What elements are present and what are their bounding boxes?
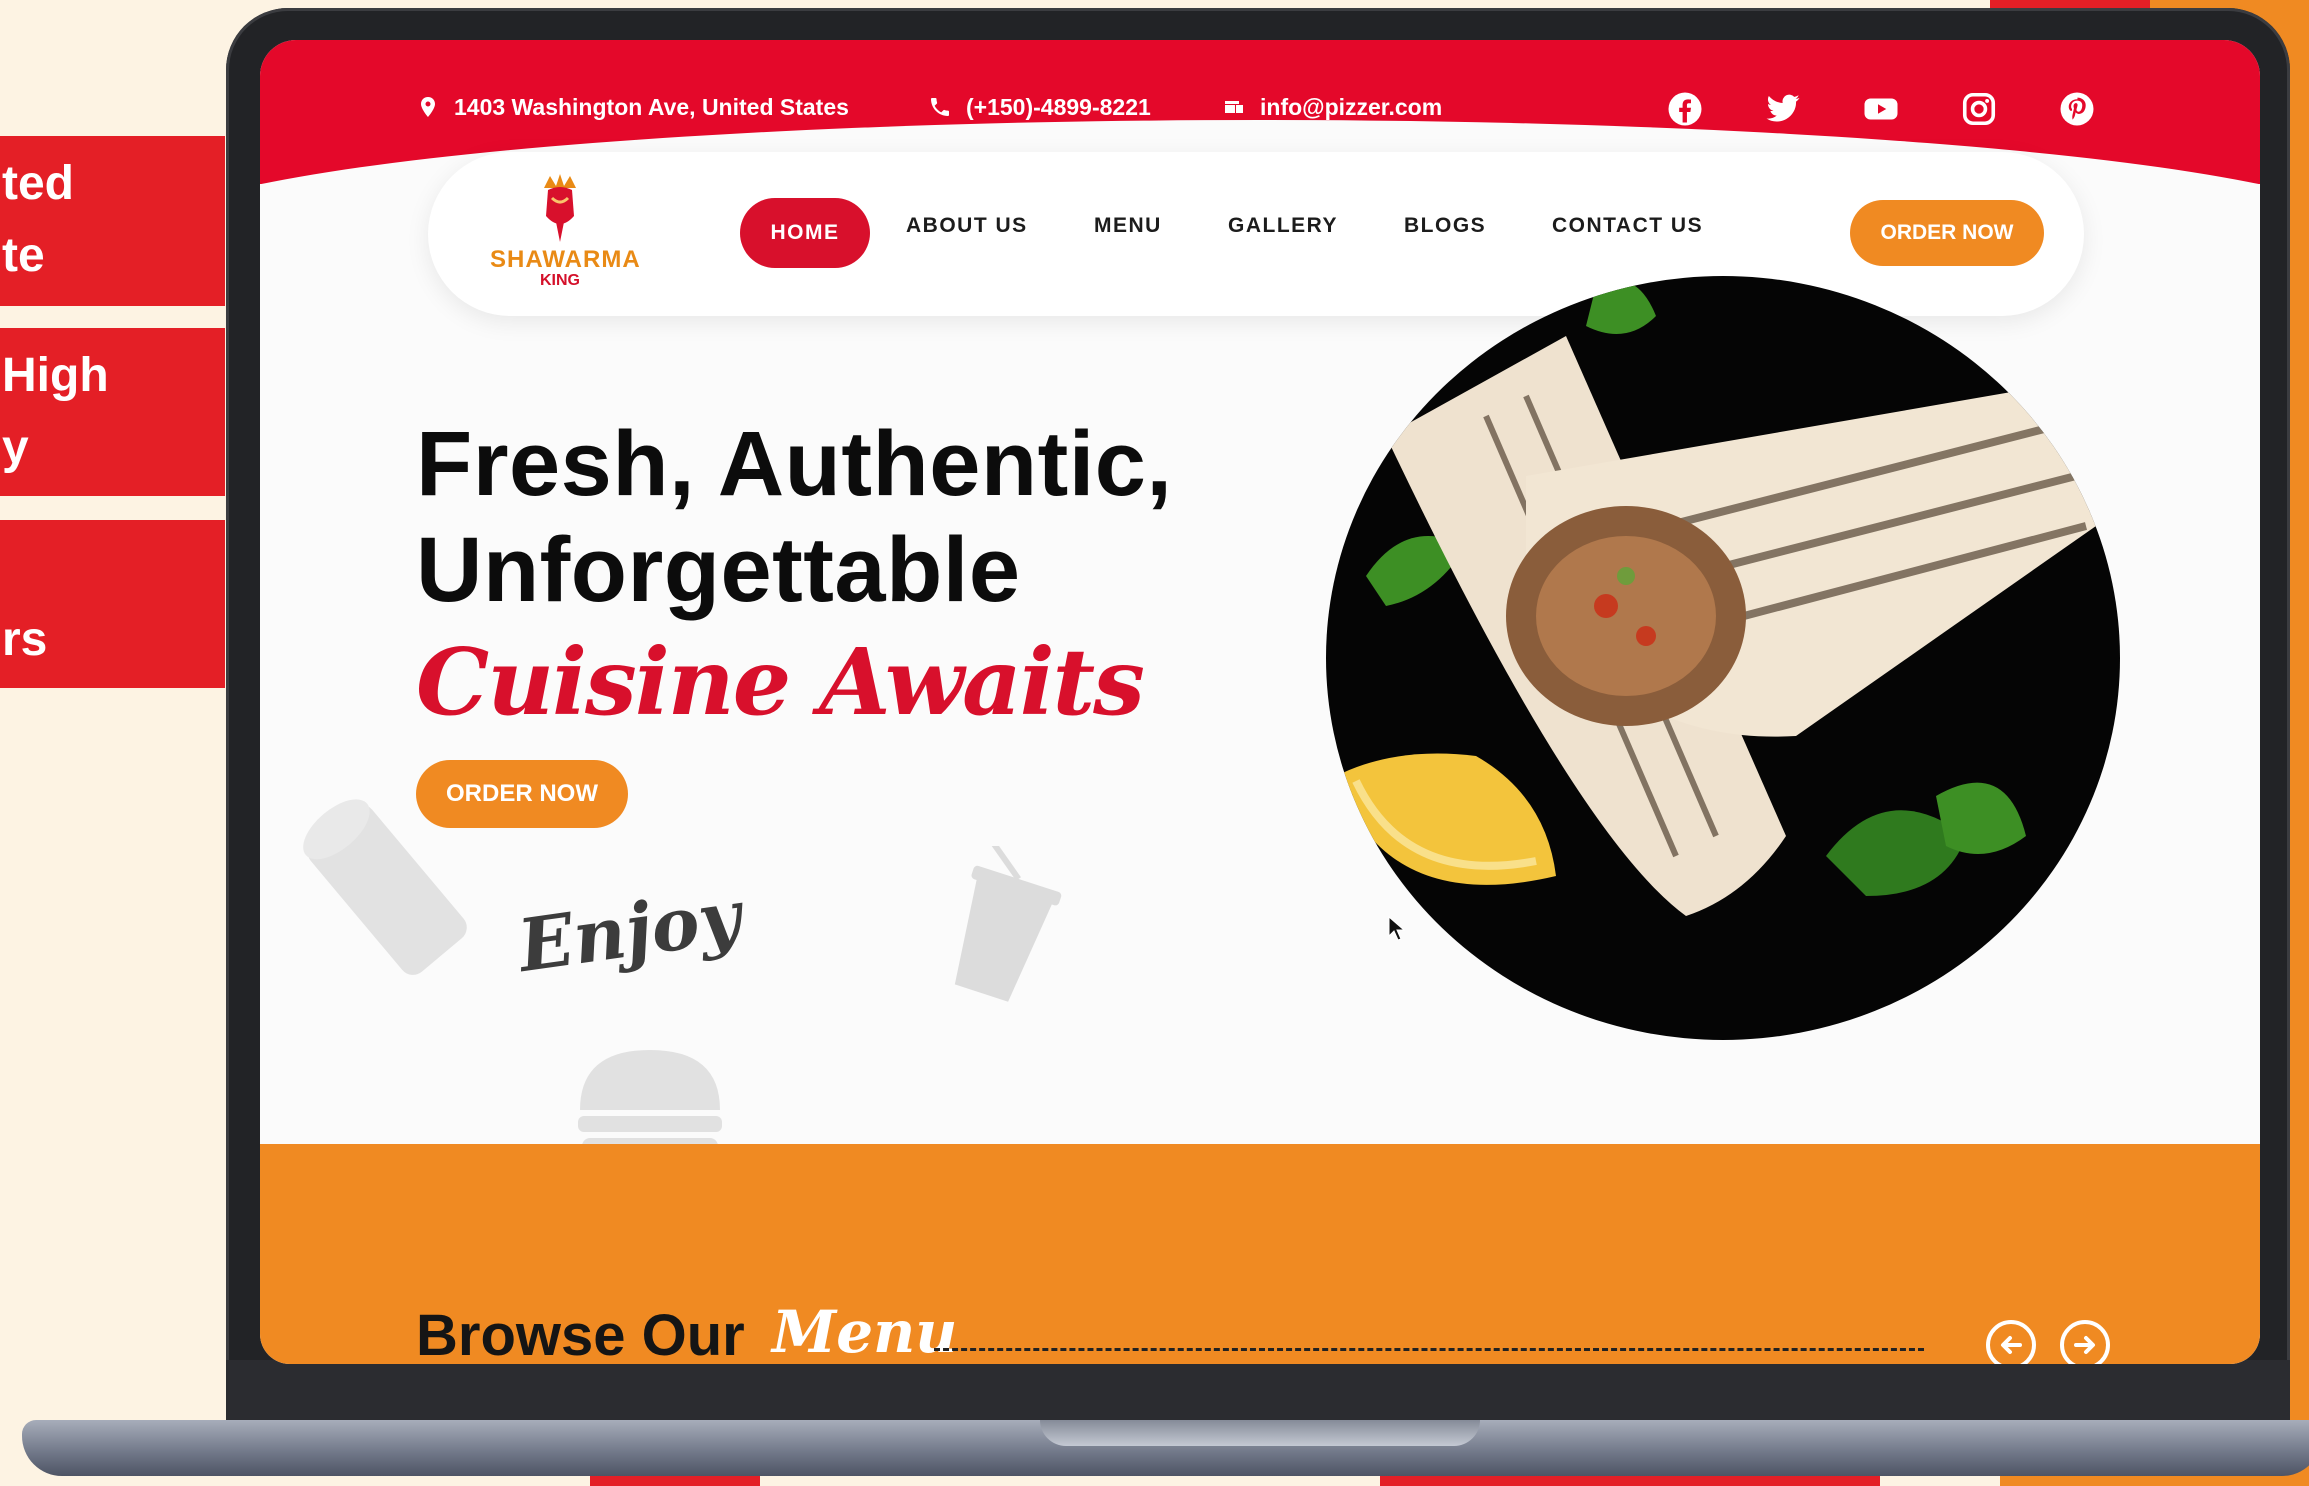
email-text: info@pizzer.com: [1260, 93, 1443, 120]
side-feature-card-2: High y: [0, 328, 225, 496]
logo-subtitle: KING: [540, 272, 580, 289]
side-card-text: te: [2, 229, 45, 282]
enjoy-script-text: Enjoy: [513, 872, 746, 989]
email-item[interactable]: info@pizzer.com: [1222, 92, 1442, 122]
side-feature-card-1: ted te: [0, 136, 225, 306]
location-pin-icon: [421, 97, 435, 117]
nav-home[interactable]: HOME: [740, 198, 870, 268]
twitter-icon[interactable]: [1764, 90, 1802, 128]
hero-headline-line2: Unforgettable: [416, 519, 1021, 621]
nav-menu[interactable]: MENU: [1094, 214, 1162, 238]
side-card-text: ted: [2, 157, 74, 210]
side-card-text: y: [2, 421, 29, 474]
nav-about-us[interactable]: ABOUT US: [906, 214, 1028, 238]
arrow-right-icon: [2074, 1336, 2095, 1354]
crown-shawarma-icon: [544, 174, 576, 242]
mouse-cursor-icon: [1388, 916, 1406, 941]
website-screen: 1403 Washington Ave, United States (+150…: [260, 40, 2260, 1364]
drink-cup-icon: [954, 846, 1062, 1002]
address-text: 1403 Washington Ave, United States: [454, 93, 849, 120]
side-feature-card-3: rs: [0, 520, 225, 688]
phone-item[interactable]: (+150)-4899-8221: [928, 92, 1151, 122]
section-divider: [934, 1348, 1924, 1351]
carousel-prev-button[interactable]: [1986, 1320, 2036, 1364]
side-card-text: rs: [2, 613, 48, 666]
hero-order-now-button[interactable]: ORDER NOW: [416, 760, 628, 828]
laptop-notch: [1040, 1420, 1480, 1446]
instagram-icon[interactable]: [1960, 90, 1998, 128]
hero-headline-line1: Fresh, Authentic,: [416, 413, 1173, 515]
pinterest-icon[interactable]: [2058, 90, 2096, 128]
youtube-icon[interactable]: [1862, 90, 1900, 128]
carousel-next-button[interactable]: [2060, 1320, 2110, 1364]
side-card-text: [2, 532, 225, 604]
logo-wordmark: SHAWARMA: [490, 246, 641, 273]
shawarma-king-logo[interactable]: SHAWARMA KING: [490, 172, 641, 296]
nav-contact-us[interactable]: CONTACT US: [1552, 214, 1703, 238]
nav-gallery[interactable]: GALLERY: [1228, 214, 1338, 238]
hero-headline-accent: Cuisine Awaits: [416, 628, 1145, 736]
side-card-text: High: [2, 349, 109, 402]
email-icon: [1225, 101, 1243, 113]
phone-icon: [931, 98, 949, 116]
shawarma-plate-image: [1326, 276, 2120, 1040]
nav-blogs[interactable]: BLOGS: [1404, 214, 1486, 238]
arrow-left-icon: [2001, 1336, 2022, 1354]
phone-text: (+150)-4899-8221: [966, 93, 1151, 120]
section-title-accent: Menu: [772, 1298, 958, 1364]
header-order-now-button[interactable]: ORDER NOW: [1850, 200, 2044, 266]
laptop-bezel: [226, 1360, 2290, 1420]
address-item[interactable]: 1403 Washington Ave, United States: [416, 92, 849, 122]
section-title: Browse Our: [416, 1303, 745, 1364]
facebook-icon[interactable]: [1666, 90, 1704, 128]
burger-icon: [578, 1050, 722, 1160]
